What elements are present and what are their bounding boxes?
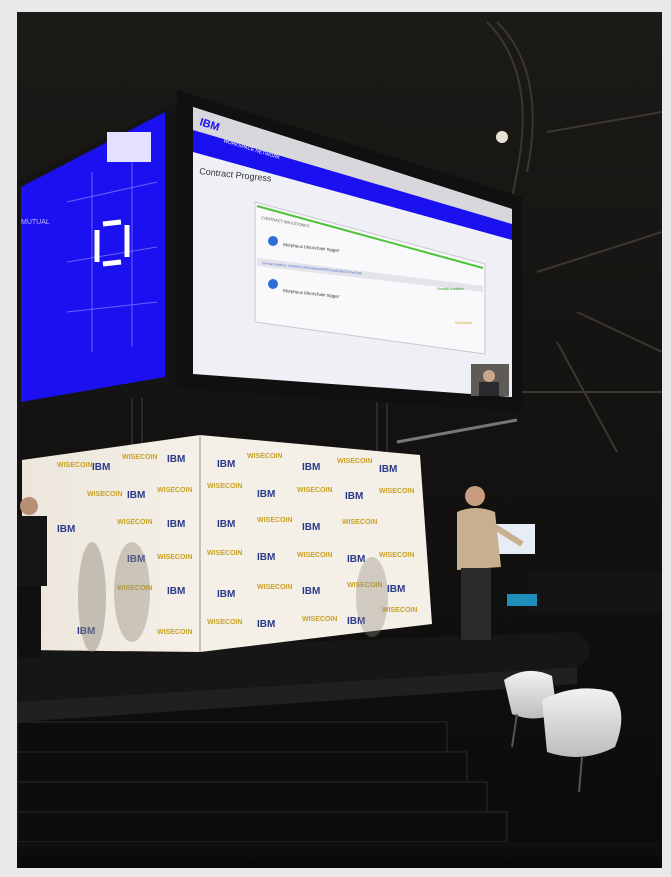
backdrop-logo-wisecoin: WISECOIN (157, 554, 192, 561)
backdrop-logo-ibm: IBM (302, 462, 320, 473)
image-frame: MUTUAL IBM WORKSPACE NETWORK Contract Pr… (0, 0, 671, 877)
backdrop-logo-ibm: IBM (217, 589, 235, 600)
backdrop-logo-ibm: IBM (167, 586, 185, 597)
photo: MUTUAL IBM WORKSPACE NETWORK Contract Pr… (17, 12, 662, 868)
backdrop-logo-ibm: IBM (217, 519, 235, 530)
backdrop-logo-ibm: IBM (257, 619, 275, 630)
backdrop-logo-wisecoin: WISECOIN (157, 629, 192, 636)
backdrop-logo-ibm: IBM (167, 454, 185, 465)
status-2: Scheduled (455, 321, 472, 325)
stage-steps (17, 721, 508, 843)
sponsor-logo-badge (107, 132, 151, 162)
backdrop-logo-wisecoin: WISECOIN (302, 616, 337, 623)
audience-area (527, 572, 662, 612)
backdrop-logo-wisecoin: WISECOIN (257, 517, 292, 524)
backdrop-logo-wisecoin: WISECOIN (297, 487, 332, 494)
backdrop-logo-wisecoin: WISECOIN (337, 458, 372, 465)
backdrop-logo-ibm: IBM (167, 519, 185, 530)
backdrop-logo-wisecoin: WISECOIN (342, 519, 377, 526)
backdrop-logo-ibm: IBM (379, 464, 397, 475)
backdrop-logo-ibm: IBM (217, 459, 235, 470)
backdrop-logo-ibm: IBM (127, 490, 145, 501)
backdrop-logo-wisecoin: WISECOIN (247, 453, 282, 460)
backdrop-logo-ibm: IBM (345, 491, 363, 502)
svg-text:MUTUAL: MUTUAL (21, 219, 50, 226)
backdrop-logo-wisecoin: WISECOIN (157, 487, 192, 494)
backdrop-logo-ibm: IBM (347, 554, 365, 565)
backdrop-logo-ibm: IBM (302, 586, 320, 597)
backdrop-logo-wisecoin: WISECOIN (57, 462, 92, 469)
backdrop-logo-wisecoin: WISECOIN (257, 584, 292, 591)
scene: MUTUAL IBM WORKSPACE NETWORK Contract Pr… (17, 12, 662, 868)
backdrop-wall: IBM IBM IBM IBM IBM IBM IBM IBM IBM IBM … (22, 435, 432, 652)
backdrop-logo-ibm: IBM (257, 489, 275, 500)
status-1: Visually Available (437, 287, 464, 291)
backdrop-logo-wisecoin: WISECOIN (297, 552, 332, 559)
backdrop-logo-wisecoin: WISECOIN (122, 454, 157, 461)
backdrop-logo-ibm: IBM (257, 552, 275, 563)
backdrop-logo-wisecoin: WISECOIN (207, 619, 242, 626)
backdrop-logo-wisecoin: WISECOIN (379, 488, 414, 495)
backdrop-logo-wisecoin: WISECOIN (379, 552, 414, 559)
event-icon (268, 279, 278, 289)
backdrop-logo-ibm: IBM (302, 522, 320, 533)
event-icon (268, 236, 278, 246)
backdrop-logo-wisecoin: WISECOIN (207, 483, 242, 490)
backdrop-logo-wisecoin: WISECOIN (87, 491, 122, 498)
backdrop-logo-ibm: IBM (92, 462, 110, 473)
backdrop-logo-wisecoin: WISECOIN (207, 550, 242, 557)
backdrop-logo-ibm: IBM (387, 584, 405, 595)
backdrop-logo-wisecoin: WISECOIN (117, 519, 152, 526)
stage-light (507, 594, 537, 606)
backdrop-logo-ibm: IBM (57, 524, 75, 535)
